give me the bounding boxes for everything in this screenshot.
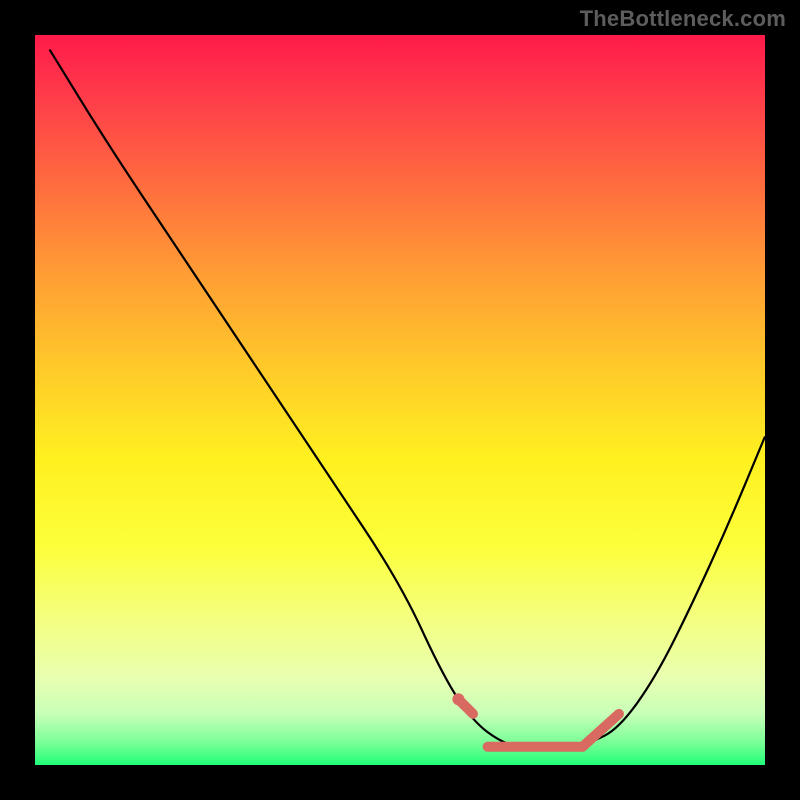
bottleneck-curve: [50, 50, 765, 751]
plot-area: [35, 35, 765, 765]
watermark-text: TheBottleneck.com: [580, 6, 786, 32]
curve-layer: [35, 35, 765, 765]
chart-container: TheBottleneck.com: [0, 0, 800, 800]
highlight-dot: [452, 693, 464, 705]
highlight-group: [452, 693, 619, 746]
